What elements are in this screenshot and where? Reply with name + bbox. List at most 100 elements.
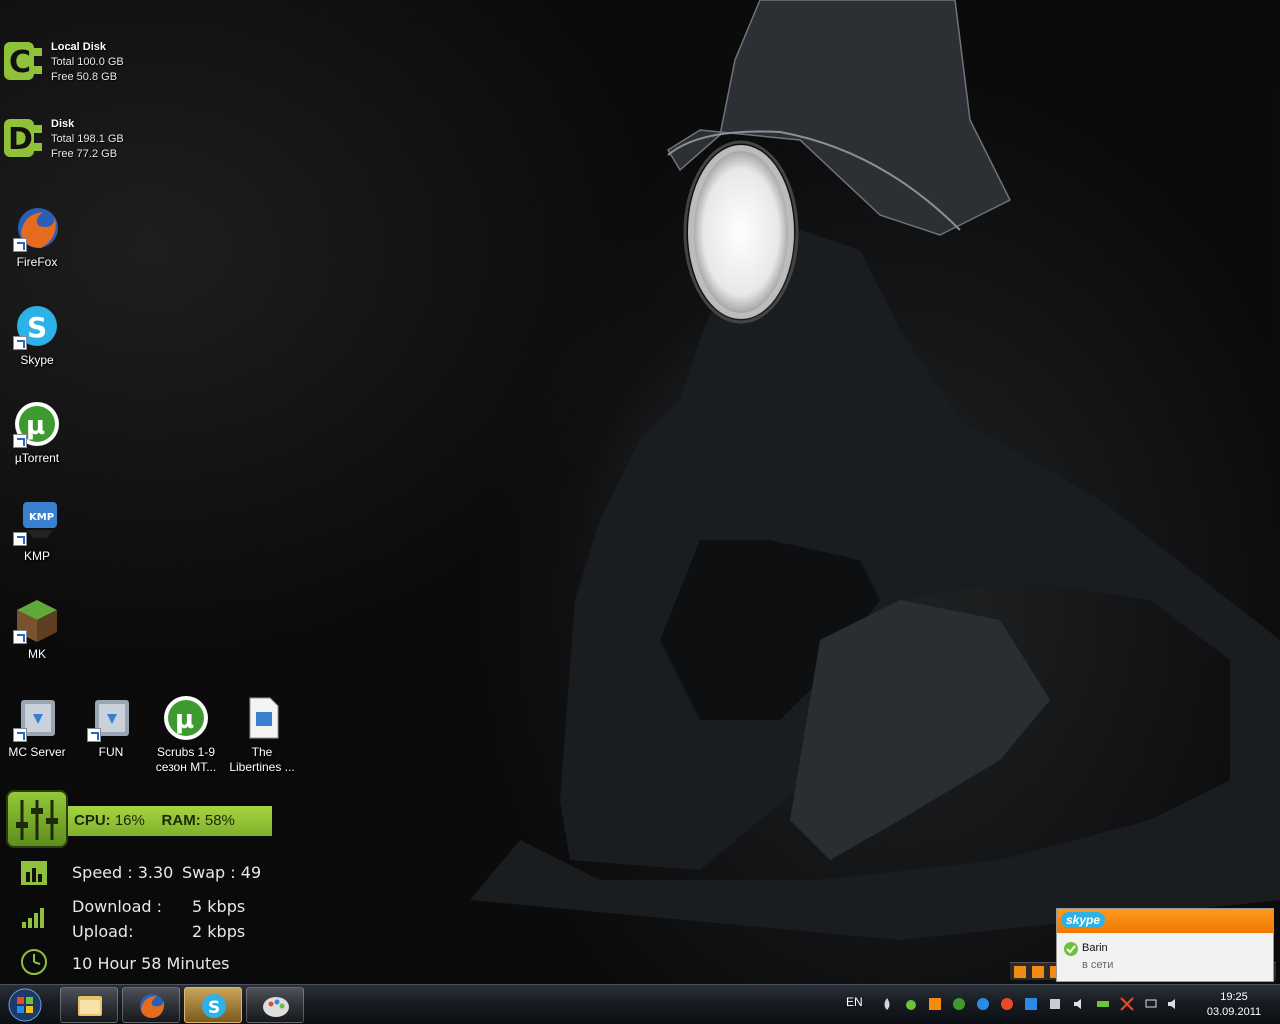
- speaker-icon[interactable]: [1072, 997, 1086, 1011]
- system-clock[interactable]: 19:25 03.09.2011: [1196, 990, 1272, 1020]
- system-monitor-gadget[interactable]: CPU: 16% RAM: 58% Speed : 3.30 Swap : 49…: [0, 790, 272, 982]
- taskbar: S EN 19:25 03.09.2011: [0, 984, 1280, 1024]
- desktop-icon-libertines[interactable]: The Libertines ...: [226, 694, 298, 775]
- shortcut-arrow-icon: [13, 434, 27, 448]
- desktop-icon-label: The: [251, 745, 273, 759]
- svg-text:KMP: KMP: [29, 512, 54, 523]
- clock-time: 19:25: [1220, 991, 1248, 1003]
- svg-text:S: S: [208, 998, 220, 1018]
- disk-total: Total 198.1 GB: [51, 133, 124, 145]
- taskbar-paint-button[interactable]: [246, 987, 304, 1023]
- svg-text:C: C: [9, 45, 31, 80]
- language-indicator[interactable]: EN: [846, 995, 863, 1009]
- desktop-icon-label: µTorrent: [14, 451, 60, 465]
- minecraft-icon: [13, 596, 61, 644]
- action-center-icon[interactable]: [1120, 997, 1134, 1011]
- desktop-icon-label-line2: Libertines ...: [229, 760, 295, 774]
- disk-name: Disk: [51, 118, 75, 130]
- swap-text: Swap : 49: [182, 863, 262, 882]
- clock-icon: [20, 948, 48, 975]
- kmplayer-icon: KMP: [13, 498, 61, 546]
- desktop-icon-mk[interactable]: MK: [1, 596, 73, 662]
- download-value: 5 kbps: [192, 897, 246, 916]
- disk-d-gadget[interactable]: D Disk Total 198.1 GB Free 77.2 GB: [2, 115, 124, 162]
- paint-icon: [263, 997, 289, 1017]
- utorrent-tray-icon[interactable]: [952, 997, 966, 1011]
- shortcut-arrow-icon: [87, 728, 101, 742]
- download-label: Download :: [72, 897, 163, 916]
- leaf-icon[interactable]: [904, 997, 918, 1011]
- orange-box-icon[interactable]: [928, 997, 942, 1011]
- desktop-icon-label: FUN: [98, 745, 124, 759]
- safely-remove-icon[interactable]: [1096, 997, 1110, 1011]
- desktop-icon-firefox[interactable]: FireFox: [1, 204, 73, 270]
- utorrent-icon: µ: [13, 400, 61, 448]
- explorer-icon: [78, 996, 102, 1016]
- firefox-icon: [140, 994, 165, 1018]
- ram-value: 58%: [204, 812, 235, 829]
- equalizer-icon: [6, 790, 68, 848]
- shortcut-arrow-icon: [13, 238, 27, 252]
- svg-text:D: D: [8, 122, 33, 157]
- cpu-value: 16%: [114, 812, 145, 829]
- skype-popup-header: skype: [1057, 909, 1273, 933]
- speed-chart-icon: [20, 860, 48, 886]
- start-button[interactable]: [3, 987, 47, 1023]
- disk-free: Free 50.8 GB: [51, 71, 118, 83]
- l-app-icon[interactable]: [1024, 997, 1038, 1011]
- shortcut-arrow-icon: [13, 728, 27, 742]
- skype-icon: S: [13, 302, 61, 350]
- disk-total: Total 100.0 GB: [51, 56, 124, 68]
- desktop-icon-label: FireFox: [16, 255, 58, 269]
- folder-icon: [87, 694, 135, 742]
- network-globe-icon[interactable]: [976, 997, 990, 1011]
- utorrent-file-icon: µ: [162, 694, 210, 742]
- svg-text:µ: µ: [26, 411, 45, 441]
- svg-text:µ: µ: [175, 705, 194, 735]
- svg-text:S: S: [27, 311, 47, 344]
- desktop-icon-mc-server[interactable]: MC Server: [1, 694, 73, 760]
- upload-value: 2 kbps: [192, 922, 246, 941]
- disk-free: Free 77.2 GB: [51, 148, 118, 160]
- tray-app-icon[interactable]: [1048, 997, 1062, 1011]
- taskbar-firefox-button[interactable]: [122, 987, 180, 1023]
- desktop-icon-skype[interactable]: S Skype: [1, 302, 73, 368]
- desktop-icon-label: MK: [28, 647, 46, 661]
- disk-c-gadget[interactable]: C Local Disk Total 100.0 GB Free 50.8 GB: [2, 38, 124, 85]
- skype-notification-popup[interactable]: skype Barin в сети: [1056, 908, 1274, 982]
- clock-date: 03.09.2011: [1206, 1006, 1262, 1018]
- desktop-icon-label: Scrubs 1-9: [156, 745, 216, 759]
- desktop-icon-label: KMP: [23, 549, 50, 563]
- network-signal-icon: [20, 904, 48, 930]
- taskbar-skype-button[interactable]: S: [184, 987, 242, 1023]
- cpu-label: CPU:: [74, 812, 111, 829]
- drive-c-icon: C: [2, 38, 46, 84]
- firefox-icon: [13, 204, 61, 252]
- desktop-icon-label: Skype: [20, 353, 54, 367]
- desktop-icon-scrubs-torrent[interactable]: µ Scrubs 1-9 сезон MT...: [150, 694, 222, 775]
- speed-text: Speed : 3.30: [72, 863, 174, 882]
- shortcut-arrow-icon: [13, 532, 27, 546]
- drive-d-icon: D: [2, 115, 46, 161]
- desktop-icon-label: MC Server: [8, 745, 66, 759]
- cpu-ram-bar: CPU: 16% RAM: 58%: [66, 806, 272, 836]
- folder-icon: [13, 694, 61, 742]
- disk-name: Local Disk: [51, 41, 107, 53]
- shortcut-arrow-icon: [13, 630, 27, 644]
- shortcut-arrow-icon: [13, 336, 27, 350]
- desktop-icon-fun[interactable]: FUN: [75, 694, 147, 760]
- skype-icon: S: [202, 994, 226, 1018]
- desktop-icon-kmp[interactable]: KMP KMP: [1, 498, 73, 564]
- water-drop-icon[interactable]: [880, 997, 894, 1011]
- taskbar-explorer-button[interactable]: [60, 987, 118, 1023]
- uptime-text: 10 Hour 58 Minutes: [72, 954, 230, 973]
- upload-label: Upload:: [72, 922, 134, 941]
- contact-name[interactable]: Barin: [1082, 942, 1108, 954]
- ram-label: RAM:: [161, 812, 201, 829]
- network-icon[interactable]: [1144, 997, 1158, 1011]
- desktop-icon-utorrent[interactable]: µ µTorrent: [1, 400, 73, 466]
- skype-logo: skype: [1061, 912, 1106, 928]
- flash-icon[interactable]: [1000, 997, 1014, 1011]
- online-status-icon: [1063, 941, 1079, 962]
- volume-icon[interactable]: [1166, 997, 1180, 1011]
